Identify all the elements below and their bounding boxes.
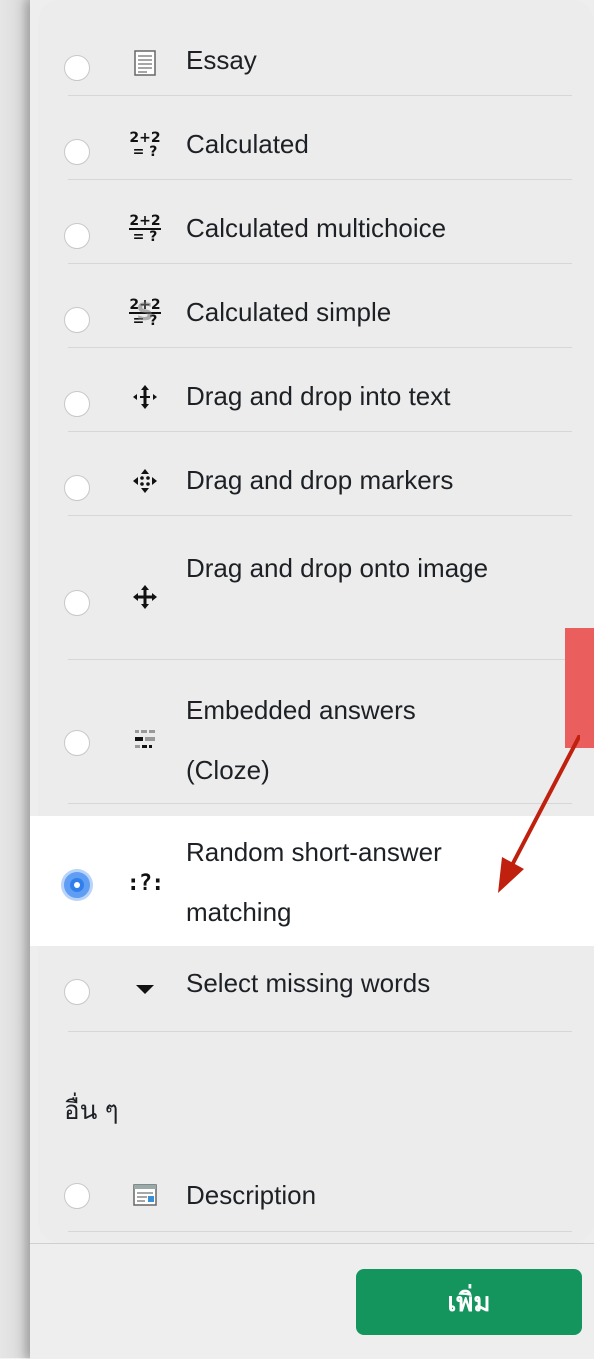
option-label: Drag and drop onto image bbox=[186, 553, 489, 583]
option-calculated-multichoice[interactable]: 2+2 = ? Calculated multichoice bbox=[30, 180, 594, 264]
option-calculated-simple[interactable]: 2+2 = ? S Calculated simple bbox=[30, 264, 594, 348]
radio-calculated[interactable] bbox=[64, 139, 90, 165]
drag-drop-text-icon bbox=[128, 382, 162, 412]
annotation-arrow bbox=[498, 735, 580, 893]
radio-select-missing-words[interactable] bbox=[64, 979, 90, 1005]
option-drag-drop-image[interactable]: Drag and drop onto image bbox=[30, 516, 594, 660]
option-label: Essay bbox=[186, 45, 257, 75]
calculated-icon: 2+2 = ? bbox=[128, 130, 162, 160]
annotation-red-marker bbox=[565, 628, 594, 748]
option-drag-drop-text[interactable]: Drag and drop into text bbox=[30, 348, 594, 432]
essay-icon bbox=[128, 48, 162, 78]
question-type-list: Essay 2+2 = ? Calculated 2+2 = ? Calculate… bbox=[30, 0, 594, 1243]
section-heading-other: อื่น ๆ bbox=[64, 1095, 119, 1125]
option-label: Calculated simple bbox=[186, 297, 392, 327]
divider bbox=[68, 1031, 572, 1032]
dialog-footer: เพิ่ม bbox=[30, 1243, 594, 1359]
icon-text: :?: bbox=[126, 870, 165, 896]
option-label: Select missing words bbox=[186, 968, 431, 998]
radio-essay[interactable] bbox=[64, 55, 90, 81]
option-select-missing-words[interactable]: Select missing words bbox=[30, 946, 594, 1032]
radio-cloze[interactable] bbox=[64, 730, 90, 756]
drag-drop-image-icon bbox=[128, 582, 162, 612]
add-button[interactable]: เพิ่ม bbox=[356, 1269, 582, 1335]
backdrop bbox=[0, 0, 30, 1358]
radio-calculated-multichoice[interactable] bbox=[64, 223, 90, 249]
random-short-answer-icon: :?: bbox=[126, 868, 165, 898]
option-essay[interactable]: Essay bbox=[30, 0, 594, 96]
calculated-simple-icon: 2+2 = ? S bbox=[129, 297, 161, 329]
option-label: Description bbox=[186, 1180, 317, 1210]
drag-drop-markers-icon bbox=[128, 466, 162, 496]
cloze-icon bbox=[128, 724, 162, 754]
radio-drag-drop-image[interactable] bbox=[64, 590, 90, 616]
icon-text: 2+2 bbox=[129, 130, 161, 146]
radio-random-short-answer[interactable] bbox=[64, 872, 90, 898]
option-label: Calculated bbox=[186, 129, 309, 159]
calculated-multichoice-icon: 2+2 = ? bbox=[128, 214, 162, 244]
option-label: Drag and drop into text bbox=[186, 381, 451, 411]
option-label: Drag and drop markers bbox=[186, 465, 454, 495]
caret-down-icon bbox=[128, 974, 162, 1004]
option-label: Calculated multichoice bbox=[186, 213, 447, 243]
option-label: Random short-answer matching bbox=[186, 837, 442, 927]
option-label: Embedded answers (Cloze) bbox=[186, 695, 416, 785]
radio-drag-drop-text[interactable] bbox=[64, 391, 90, 417]
icon-text: 2+2 bbox=[129, 213, 161, 230]
divider bbox=[68, 1231, 572, 1232]
option-description[interactable]: Description bbox=[30, 1150, 594, 1232]
icon-text: = ? bbox=[132, 229, 158, 245]
radio-calculated-simple[interactable] bbox=[64, 307, 90, 333]
option-drag-drop-markers[interactable]: Drag and drop markers bbox=[30, 432, 594, 516]
radio-description[interactable] bbox=[64, 1183, 90, 1209]
icon-text: = ? bbox=[132, 144, 158, 160]
description-icon bbox=[128, 1180, 162, 1210]
radio-drag-drop-markers[interactable] bbox=[64, 475, 90, 501]
option-calculated[interactable]: 2+2 = ? Calculated bbox=[30, 96, 594, 180]
